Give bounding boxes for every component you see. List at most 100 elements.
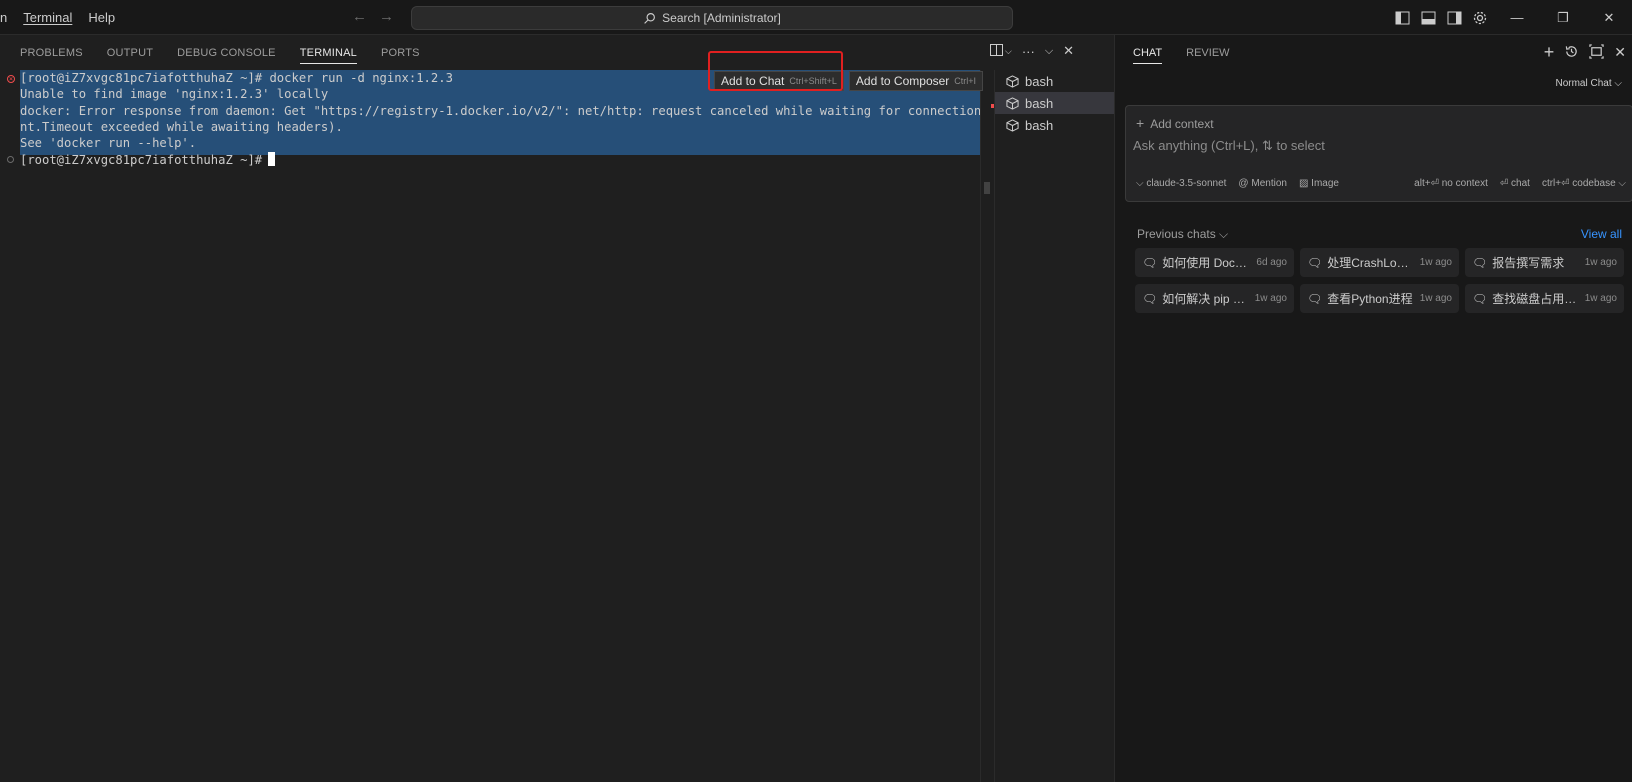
- terminal-cube-icon: [1006, 74, 1019, 88]
- menu-item-help[interactable]: Help: [80, 10, 123, 25]
- maximize-panel-chevron-icon[interactable]: ⌵: [1045, 45, 1053, 58]
- command-error-decoration-icon[interactable]: ×: [7, 75, 15, 83]
- model-label: claude-3.5-sonnet: [1146, 178, 1227, 189]
- model-selector[interactable]: ⌵ claude-3.5-sonnet: [1136, 178, 1226, 189]
- tab-chat[interactable]: CHAT: [1115, 35, 1174, 70]
- chat-history-title: 报告撰写需求: [1492, 256, 1565, 270]
- chat-history-age: 1w ago: [1419, 293, 1452, 304]
- image-button[interactable]: ▨ Image: [1299, 178, 1339, 189]
- new-chat-plus-icon[interactable]: +: [1544, 43, 1555, 62]
- terminal-tabs-list: bash bash bash: [994, 70, 1114, 782]
- panel-actions: ⌵ ··· ⌵ ✕: [990, 43, 1074, 59]
- chat-history-list: 🗨 如何使用 Docker 6d ago 🗨 处理CrashLoopBackOf…: [1135, 248, 1624, 313]
- previous-chats-label: Previous chats: [1137, 227, 1216, 241]
- chat-history-item[interactable]: 🗨 查看Python进程 1w ago: [1300, 284, 1459, 313]
- terminal-cube-icon: [1006, 118, 1019, 132]
- tab-debug-console[interactable]: DEBUG CONSOLE: [165, 35, 288, 70]
- chat-history-item[interactable]: 🗨 查找磁盘占用大文件 1w ago: [1465, 284, 1624, 313]
- command-decoration-icon[interactable]: [7, 156, 14, 163]
- chat-history-age: 1w ago: [1584, 257, 1617, 268]
- chat-input-placeholder[interactable]: Ask anything (Ctrl+L), ⇅ to select: [1133, 138, 1325, 154]
- terminal-output[interactable]: × [root@iZ7xvgc81pc7iafotthuhaZ ~]# dock…: [0, 70, 1025, 782]
- tab-ports[interactable]: PORTS: [369, 35, 432, 70]
- menu-item-terminal[interactable]: Terminal: [15, 10, 80, 25]
- add-to-composer-button[interactable]: Add to Composer Ctrl+I: [848, 71, 984, 91]
- chevron-down-icon[interactable]: ⌵: [1005, 46, 1012, 57]
- plus-icon: +: [1136, 115, 1145, 131]
- tab-review[interactable]: REVIEW: [1174, 35, 1241, 70]
- chat-bubble-icon: 🗨: [1472, 291, 1488, 306]
- close-window-icon[interactable]: ✕: [1586, 0, 1632, 35]
- terminal-line: [root@iZ7xvgc81pc7iafotthuhaZ ~]# docker…: [20, 71, 453, 85]
- chat-bubble-icon: 🗨: [1307, 291, 1323, 306]
- chat-bubble-icon: 🗨: [1472, 255, 1488, 270]
- close-chat-icon[interactable]: ✕: [1614, 44, 1626, 62]
- add-context-button[interactable]: + Add context: [1136, 115, 1214, 131]
- chat-actions: + ✕: [1544, 43, 1626, 62]
- close-panel-icon[interactable]: ✕: [1063, 43, 1074, 59]
- terminal-scrollbar[interactable]: [980, 70, 995, 782]
- more-actions-icon[interactable]: ···: [1022, 44, 1035, 59]
- codebase-submit[interactable]: ctrl+⏎ codebase ⌵: [1542, 178, 1626, 189]
- chevron-down-icon: ⌵: [1615, 178, 1626, 189]
- title-bar: n Terminal Help ← → Search [Administrato…: [0, 0, 1632, 35]
- chat-input-box[interactable]: + Add context Ask anything (Ctrl+L), ⇅ to…: [1125, 105, 1632, 202]
- chat-sidebar: CHAT REVIEW + ✕ Normal Chat ⌵ + Add conte…: [1114, 35, 1632, 782]
- mention-button[interactable]: @ Mention: [1238, 178, 1287, 189]
- toggle-secondary-sidebar-icon[interactable]: [1442, 6, 1466, 30]
- chat-history-item[interactable]: 🗨 如何解决 pip 安装 1w ago: [1135, 284, 1294, 313]
- panel-tabs: PROBLEMS OUTPUT DEBUG CONSOLE TERMINAL P…: [0, 35, 1114, 70]
- split-terminal-icon[interactable]: [990, 43, 1003, 59]
- terminal-tab-label: bash: [1025, 95, 1054, 111]
- chat-submit[interactable]: ⏎ chat: [1500, 178, 1530, 189]
- chevron-down-icon: ⌵: [1614, 78, 1622, 89]
- terminal-cursor: [268, 152, 276, 166]
- chat-history-item[interactable]: 🗨 处理CrashLoopBackOff 1w ago: [1300, 248, 1459, 277]
- no-context-submit[interactable]: alt+⏎ no context: [1414, 178, 1488, 189]
- terminal-prompt: [root@iZ7xvgc81pc7iafotthuhaZ ~]#: [20, 153, 263, 167]
- terminal-tab-bash[interactable]: bash: [995, 114, 1114, 136]
- chat-history-age: 1w ago: [1254, 293, 1287, 304]
- restore-icon[interactable]: ❐: [1540, 0, 1586, 35]
- terminal-line: docker: Error response from daemon: Get …: [20, 104, 1026, 118]
- chat-mode-select[interactable]: Normal Chat ⌵: [1555, 78, 1622, 89]
- gear-icon[interactable]: [1468, 6, 1492, 30]
- window-controls: — ❐ ✕: [1390, 0, 1632, 35]
- chevron-down-icon: ⌵: [1215, 227, 1229, 241]
- toggle-panel-icon[interactable]: [1416, 6, 1440, 30]
- chat-bubble-icon: 🗨: [1142, 291, 1158, 306]
- chat-history-title: 查找磁盘占用大文件: [1492, 292, 1579, 306]
- view-all-link[interactable]: View all: [1581, 227, 1622, 241]
- forward-arrow-icon[interactable]: →: [379, 8, 394, 25]
- terminal-tab-bash[interactable]: bash: [995, 92, 1114, 114]
- add-to-composer-label: Add to Composer: [855, 74, 950, 88]
- terminal-tab-bash[interactable]: bash: [995, 70, 1114, 92]
- chat-history-item[interactable]: 🗨 如何使用 Docker 6d ago: [1135, 248, 1294, 277]
- codebase-label: ctrl+⏎ codebase: [1541, 178, 1616, 189]
- navigation-controls: ← →: [352, 8, 394, 25]
- mention-label: Mention: [1251, 178, 1287, 189]
- menu-item-run[interactable]: n: [0, 10, 15, 25]
- tab-terminal[interactable]: TERMINAL: [288, 35, 369, 70]
- toggle-primary-sidebar-icon[interactable]: [1390, 6, 1414, 30]
- add-to-composer-shortcut: Ctrl+I: [954, 76, 977, 86]
- terminal-cube-icon: [1006, 96, 1019, 110]
- chat-bubble-icon: 🗨: [1307, 255, 1323, 270]
- chevron-down-icon: ⌵: [1136, 178, 1147, 189]
- history-icon[interactable]: [1564, 44, 1579, 62]
- maximize-chat-icon[interactable]: [1589, 44, 1604, 62]
- tab-output[interactable]: OUTPUT: [95, 35, 165, 70]
- image-icon: ▨: [1298, 178, 1312, 189]
- chat-history-age: 6d ago: [1256, 257, 1287, 268]
- scrollbar-thumb[interactable]: [984, 182, 990, 194]
- back-arrow-icon[interactable]: ←: [352, 8, 367, 25]
- previous-chats-toggle[interactable]: Previous chats ⌵: [1137, 227, 1228, 242]
- minimize-icon[interactable]: —: [1494, 0, 1540, 35]
- tab-problems[interactable]: PROBLEMS: [0, 35, 95, 70]
- terminal-tab-label: bash: [1025, 117, 1054, 133]
- chat-history-item[interactable]: 🗨 报告撰写需求 1w ago: [1465, 248, 1624, 277]
- command-center-search[interactable]: Search [Administrator]: [411, 6, 1013, 30]
- chat-history-title: 如何使用 Docker: [1162, 256, 1251, 270]
- terminal-tab-label: bash: [1025, 73, 1054, 89]
- chat-input-footer: ⌵ claude-3.5-sonnet @ Mention ▨ Image al…: [1136, 178, 1626, 189]
